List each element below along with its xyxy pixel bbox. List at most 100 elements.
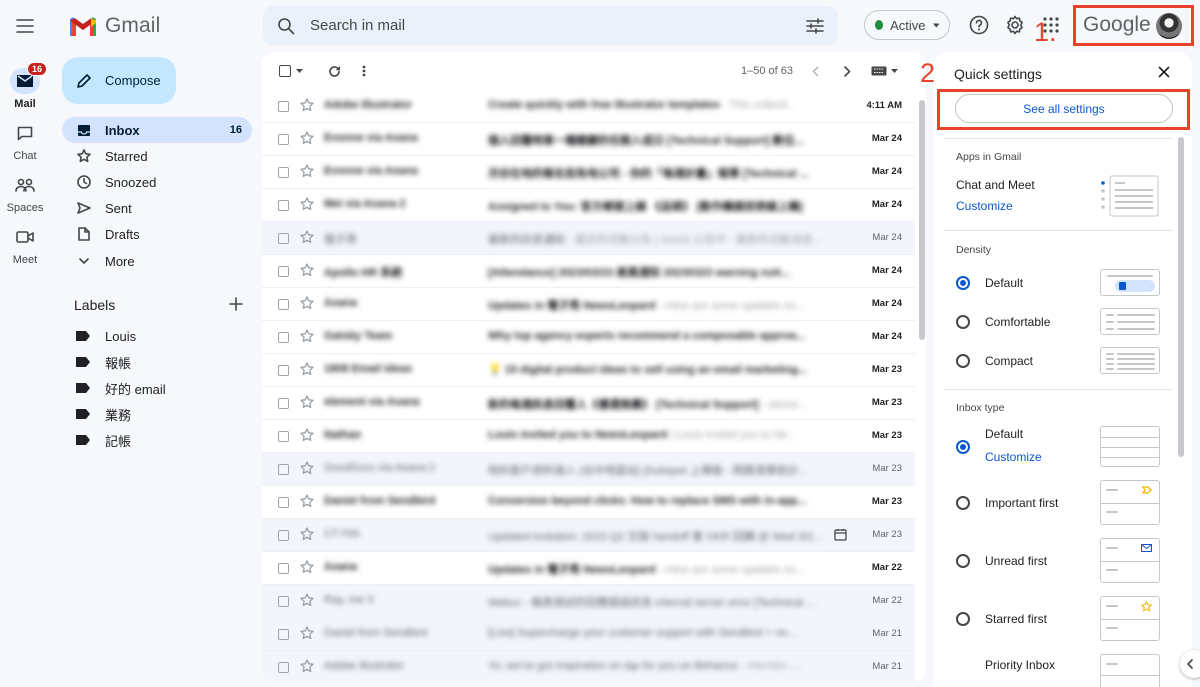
older-page-button[interactable] <box>840 62 854 80</box>
table-row[interactable]: Gatsby Team Why top agency experts recomm… <box>262 321 915 354</box>
row-checkbox[interactable] <box>278 299 289 310</box>
label-item[interactable]: 報帳 <box>76 351 131 373</box>
label-item[interactable]: 記帳 <box>76 429 131 451</box>
table-row[interactable]: element via Asana 新的每週訊息回覆人《優選推薦》 [Techni… <box>262 387 915 420</box>
label-item[interactable]: 業務 <box>76 403 131 425</box>
star-icon[interactable] <box>300 329 314 343</box>
row-checkbox[interactable] <box>278 398 289 409</box>
refresh-button[interactable] <box>326 62 342 80</box>
table-row[interactable]: Apollo HR 系統 [Attendance] 2023/03/23 差異通知… <box>262 255 915 288</box>
star-icon[interactable] <box>300 527 314 541</box>
table-row[interactable]: GoodGuru via Asana 2 特約客戶資料填入 (台中地區站) [hu… <box>262 453 915 486</box>
star-icon[interactable] <box>300 461 314 475</box>
density-comfortable-radio[interactable] <box>956 315 970 329</box>
nav-item-drafts[interactable]: Drafts <box>62 221 252 247</box>
status-dropdown[interactable]: Active <box>864 10 950 40</box>
label-item[interactable]: Louis <box>76 325 136 347</box>
newer-page-button[interactable] <box>808 62 822 80</box>
inbox-customize-link[interactable]: Customize <box>985 450 1042 464</box>
star-icon[interactable] <box>300 395 314 409</box>
table-row[interactable]: Adobe Illustrator Create quickly with fre… <box>262 90 915 123</box>
table-row[interactable]: Mei via Asana 2 Assigned to You: 官方帳號上線 《… <box>262 189 915 222</box>
table-row[interactable]: 電子秀 最新的訊息通知 - 最近的活動公告 | SAAS 公告中 - 最新的活動消… <box>262 222 915 255</box>
star-icon[interactable] <box>300 659 314 673</box>
density-default-radio[interactable] <box>956 276 970 290</box>
table-row[interactable]: Asana Updates in 電子秀 NewsLeopard - Here a… <box>262 288 915 321</box>
row-checkbox[interactable] <box>278 365 289 376</box>
inbox-starred-first-radio[interactable] <box>956 612 970 626</box>
table-row[interactable]: Asana Updates in 電子秀 NewsLeopard - Here a… <box>262 552 915 585</box>
nav-item-snoozed[interactable]: Snoozed <box>62 169 252 195</box>
search-icon[interactable] <box>277 17 295 35</box>
row-checkbox[interactable] <box>278 629 289 640</box>
star-icon[interactable] <box>300 197 314 211</box>
table-row[interactable]: Nathan Louis invited you to NewsLeopard |… <box>262 420 915 453</box>
select-all-checkbox[interactable] <box>277 62 305 80</box>
more-options-button[interactable] <box>358 62 370 80</box>
table-row[interactable]: Daniel from Sendbird Conversion beyond cl… <box>262 486 915 519</box>
star-icon[interactable] <box>300 164 314 178</box>
search-bar[interactable]: Search in mail <box>263 6 838 45</box>
nav-item-inbox[interactable]: Inbox 16 <box>62 117 252 143</box>
row-checkbox[interactable] <box>278 332 289 343</box>
table-row[interactable]: 1808 Email ideas 💡 15 digital product ide… <box>262 354 915 387</box>
nav-item-sent[interactable]: Sent <box>62 195 252 221</box>
apps-customize-link[interactable]: Customize <box>956 199 1013 213</box>
inbox-important-first-radio[interactable] <box>956 496 970 510</box>
row-checkbox[interactable] <box>278 596 289 607</box>
gmail-logo[interactable]: Gmail <box>70 13 160 39</box>
row-checkbox[interactable] <box>278 563 289 574</box>
table-row[interactable]: Evonne via Asana 個人回覆時第一種關鍵的任務入或日 [Techni… <box>262 123 915 156</box>
inbox-unread-first-radio[interactable] <box>956 554 970 568</box>
star-icon[interactable] <box>300 560 314 574</box>
search-input[interactable]: Search in mail <box>310 17 806 34</box>
add-label-button[interactable] <box>229 297 245 313</box>
main-menu-button[interactable] <box>12 13 38 39</box>
star-icon[interactable] <box>300 626 314 640</box>
star-icon[interactable] <box>300 362 314 376</box>
nav-item-starred[interactable]: Starred <box>62 143 252 169</box>
star-icon[interactable] <box>300 131 314 145</box>
nav-item-more[interactable]: More <box>62 248 252 274</box>
table-row[interactable]: CT Firk Updated invitation: 2023 Q2 交接 ha… <box>262 519 915 552</box>
row-checkbox[interactable] <box>278 464 289 475</box>
table-row[interactable]: Daniel from Sendbird [Live] Supercharge y… <box>262 618 915 651</box>
table-row[interactable]: Ray, me 3 Webcc - 報表測試的回應錯誤訊息 internal se… <box>262 585 915 618</box>
rail-item-meet[interactable]: Meet <box>0 224 50 266</box>
row-checkbox[interactable] <box>278 101 289 112</box>
star-icon[interactable] <box>300 230 314 244</box>
side-panel-toggle[interactable] <box>1180 650 1200 678</box>
star-icon[interactable] <box>300 593 314 607</box>
help-button[interactable] <box>967 13 991 37</box>
star-icon[interactable] <box>300 494 314 508</box>
close-quick-settings-button[interactable] <box>1158 66 1172 80</box>
star-icon[interactable] <box>300 296 314 310</box>
table-row[interactable]: Adobe Illustrator Yo, we've got inspirati… <box>262 651 915 682</box>
row-checkbox[interactable] <box>278 233 289 244</box>
row-checkbox[interactable] <box>278 266 289 277</box>
settings-button[interactable] <box>1003 13 1027 37</box>
row-checkbox[interactable] <box>278 134 289 145</box>
compose-button[interactable]: Compose <box>62 57 176 104</box>
star-icon[interactable] <box>300 263 314 277</box>
row-checkbox[interactable] <box>278 497 289 508</box>
avatar[interactable] <box>1156 13 1182 39</box>
rail-item-spaces[interactable]: Spaces <box>0 172 50 214</box>
mail-list-scrollbar[interactable] <box>919 100 925 340</box>
table-row[interactable]: Evonne via Asana 月份在地的報名抵免地公司 - 你的「每週計畫」報… <box>262 156 915 189</box>
density-compact-radio[interactable] <box>956 354 970 368</box>
search-options-icon[interactable] <box>806 17 824 34</box>
row-checkbox[interactable] <box>278 662 289 673</box>
row-checkbox[interactable] <box>278 167 289 178</box>
star-icon[interactable] <box>300 98 314 112</box>
row-checkbox[interactable] <box>278 431 289 442</box>
inbox-default-radio[interactable] <box>956 440 970 454</box>
rail-item-mail[interactable]: 16 Mail <box>0 62 50 110</box>
label-item[interactable]: 好的 email <box>76 377 166 399</box>
row-checkbox[interactable] <box>278 200 289 211</box>
rail-item-chat[interactable]: Chat <box>0 120 50 162</box>
quick-settings-scrollbar[interactable] <box>1178 137 1184 457</box>
input-tools-button[interactable] <box>868 62 900 80</box>
star-icon[interactable] <box>300 428 314 442</box>
row-checkbox[interactable] <box>278 530 289 541</box>
